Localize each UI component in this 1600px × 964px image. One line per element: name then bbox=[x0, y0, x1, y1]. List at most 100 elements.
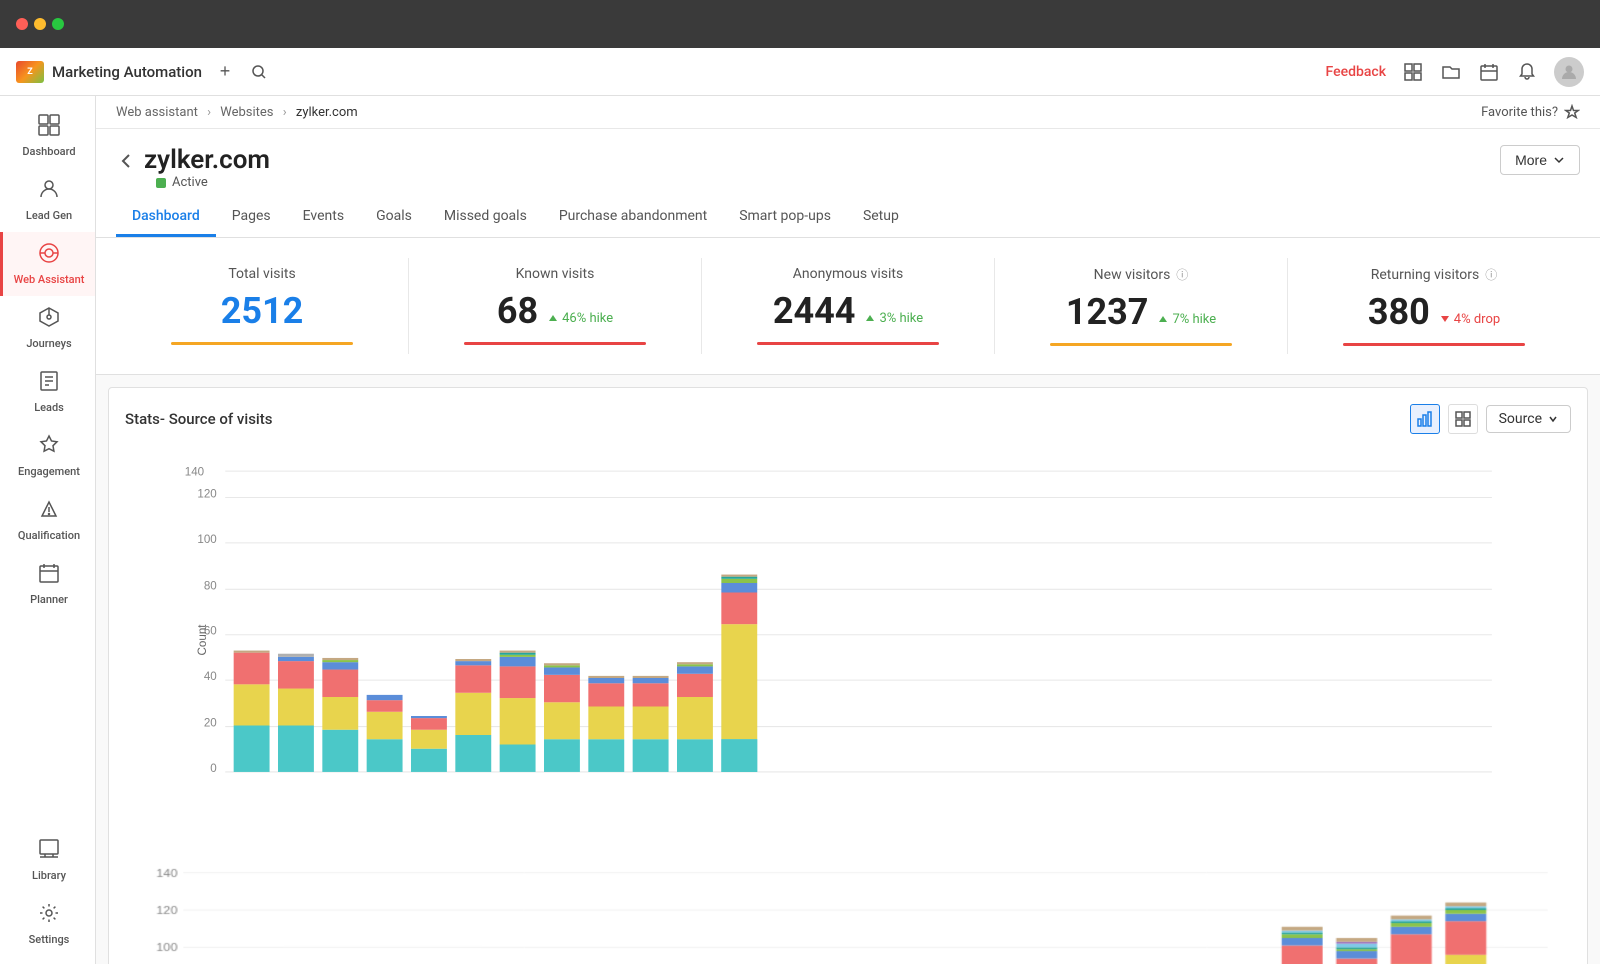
stats-section: Total visits 2512 Known visits 68 46% hi… bbox=[96, 238, 1600, 375]
qualification-icon bbox=[38, 498, 60, 525]
stat-label: Known visits bbox=[425, 266, 685, 282]
list-icon[interactable] bbox=[1402, 61, 1424, 83]
sidebar-item-web-assistant[interactable]: Web Assistant bbox=[0, 232, 95, 296]
chart-section: Stats- Source of visits Source bbox=[108, 387, 1588, 964]
feedback-link[interactable]: Feedback bbox=[1326, 64, 1386, 80]
status-dot bbox=[156, 178, 166, 188]
stat-underline bbox=[757, 342, 939, 345]
journeys-icon bbox=[38, 306, 60, 333]
sidebar-item-engagement[interactable]: Engagement bbox=[0, 424, 95, 488]
appbar-right: Feedback bbox=[1326, 57, 1584, 87]
maximize-button[interactable] bbox=[52, 18, 64, 30]
tab-smart-popups[interactable]: Smart pop-ups bbox=[723, 198, 847, 237]
sidebar-item-label: Lead Gen bbox=[26, 209, 72, 222]
minimize-button[interactable] bbox=[34, 18, 46, 30]
chart-wrapper: 0 20 40 60 80 100 120 140 Count bbox=[125, 450, 1571, 964]
tab-goals[interactable]: Goals bbox=[360, 198, 428, 237]
breadcrumb-sep: › bbox=[283, 105, 287, 120]
sidebar-item-library[interactable]: Library bbox=[0, 828, 95, 892]
info-icon[interactable]: ⓘ bbox=[1176, 266, 1188, 283]
tab-events[interactable]: Events bbox=[287, 198, 360, 237]
tabs: Dashboard Pages Events Goals Missed goal… bbox=[116, 198, 1580, 237]
more-label: More bbox=[1515, 152, 1547, 168]
window-controls bbox=[16, 18, 64, 30]
app-header: Z Marketing Automation + Feedback bbox=[0, 48, 1600, 96]
sidebar-item-label: Settings bbox=[29, 933, 70, 946]
main-layout: Dashboard Lead Gen Web Assistant Journey… bbox=[0, 96, 1600, 964]
app-title: Marketing Automation bbox=[52, 63, 202, 81]
svg-text:40: 40 bbox=[204, 670, 217, 683]
svg-text:100: 100 bbox=[197, 533, 216, 546]
sidebar-item-planner[interactable]: Planner bbox=[0, 552, 95, 616]
stat-label: Total visits bbox=[132, 266, 392, 282]
sidebar-item-label: Journeys bbox=[26, 337, 71, 350]
sidebar-item-journeys[interactable]: Journeys bbox=[0, 296, 95, 360]
stat-label: Returning visitors ⓘ bbox=[1304, 266, 1564, 283]
status-label: Active bbox=[172, 175, 208, 190]
info-icon[interactable]: ⓘ bbox=[1485, 266, 1497, 283]
source-dropdown[interactable]: Source bbox=[1486, 405, 1571, 433]
sidebar: Dashboard Lead Gen Web Assistant Journey… bbox=[0, 96, 96, 964]
titlebar bbox=[0, 0, 1600, 48]
stat-label: Anonymous visits bbox=[718, 266, 978, 282]
back-button[interactable] bbox=[116, 151, 136, 171]
sidebar-item-label: Library bbox=[32, 869, 66, 882]
svg-text:Count: Count bbox=[196, 624, 209, 656]
stat-known-visits: Known visits 68 46% hike bbox=[409, 258, 702, 354]
folder-icon[interactable] bbox=[1440, 61, 1462, 83]
svg-text:20: 20 bbox=[204, 717, 217, 730]
svg-text:0: 0 bbox=[210, 762, 216, 775]
source-label: Source bbox=[1499, 411, 1542, 427]
more-button[interactable]: More bbox=[1500, 145, 1580, 175]
chart-canvas bbox=[125, 834, 1571, 964]
tab-pages[interactable]: Pages bbox=[216, 198, 287, 237]
sidebar-item-leads[interactable]: Leads bbox=[0, 360, 95, 424]
chart-controls: Source bbox=[1410, 404, 1571, 434]
engagement-icon bbox=[38, 434, 60, 461]
favorite-button[interactable]: Favorite this? bbox=[1481, 104, 1580, 120]
stat-value: 2512 bbox=[132, 290, 392, 332]
add-button[interactable]: + bbox=[214, 61, 236, 83]
calendar-icon[interactable] bbox=[1478, 61, 1500, 83]
settings-icon bbox=[38, 902, 60, 929]
stat-new-visitors: New visitors ⓘ 1237 7% hike bbox=[995, 258, 1288, 354]
breadcrumb-web-assistant[interactable]: Web assistant bbox=[116, 105, 198, 120]
breadcrumb-sep: › bbox=[207, 105, 211, 120]
sidebar-item-label: Dashboard bbox=[22, 145, 75, 158]
tab-purchase-abandonment[interactable]: Purchase abandonment bbox=[543, 198, 723, 237]
chart-title: Stats- Source of visits bbox=[125, 410, 272, 428]
sidebar-item-label: Web Assistant bbox=[14, 273, 85, 286]
favorite-label: Favorite this? bbox=[1481, 105, 1558, 120]
chart-header: Stats- Source of visits Source bbox=[125, 404, 1571, 434]
sidebar-item-qualification[interactable]: Qualification bbox=[0, 488, 95, 552]
stat-value: 68 bbox=[497, 290, 538, 332]
bell-icon[interactable] bbox=[1516, 61, 1538, 83]
sidebar-item-label: Planner bbox=[30, 593, 68, 606]
bar-chart: 0 20 40 60 80 100 120 140 Count bbox=[125, 450, 1571, 830]
breadcrumb-websites[interactable]: Websites bbox=[220, 105, 273, 120]
page-header: zylker.com Active More Dashboard Pages E… bbox=[96, 129, 1600, 238]
content-area: Web assistant › Websites › zylker.com Fa… bbox=[96, 96, 1600, 964]
logo-icon: Z bbox=[16, 61, 44, 83]
stat-underline bbox=[464, 342, 646, 345]
tab-missed-goals[interactable]: Missed goals bbox=[428, 198, 543, 237]
stat-total-visits: Total visits 2512 bbox=[116, 258, 409, 354]
sidebar-item-lead-gen[interactable]: Lead Gen bbox=[0, 168, 95, 232]
tab-setup[interactable]: Setup bbox=[847, 198, 915, 237]
app-logo: Z Marketing Automation bbox=[16, 61, 202, 83]
sidebar-item-settings[interactable]: Settings bbox=[0, 892, 95, 956]
search-icon[interactable] bbox=[248, 61, 270, 83]
stat-value: 380 bbox=[1368, 291, 1430, 333]
tab-dashboard[interactable]: Dashboard bbox=[116, 198, 216, 237]
stat-anonymous-visits: Anonymous visits 2444 3% hike bbox=[702, 258, 995, 354]
grid-chart-view-button[interactable] bbox=[1448, 404, 1478, 434]
stat-underline bbox=[171, 342, 353, 345]
avatar[interactable] bbox=[1554, 57, 1584, 87]
sidebar-item-dashboard[interactable]: Dashboard bbox=[0, 104, 95, 168]
web-assistant-icon bbox=[38, 242, 60, 269]
page-header-top: zylker.com Active More bbox=[116, 145, 1580, 190]
stat-underline bbox=[1050, 343, 1232, 346]
bar-chart-view-button[interactable] bbox=[1410, 404, 1440, 434]
stat-returning-visitors: Returning visitors ⓘ 380 4% drop bbox=[1288, 258, 1580, 354]
close-button[interactable] bbox=[16, 18, 28, 30]
